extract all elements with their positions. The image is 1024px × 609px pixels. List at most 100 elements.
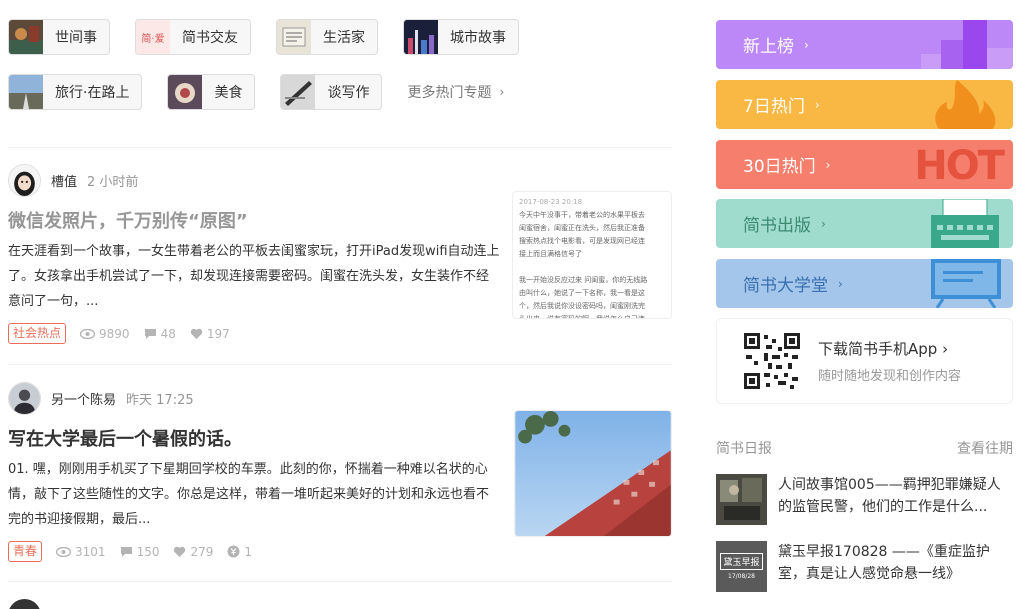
topic-tanxiezuo[interactable]: 谈写作 [280, 74, 383, 110]
app-download-subtitle: 随时随地发现和创作内容 [818, 369, 962, 384]
article-meta: 社会热点 9890 48 197 [8, 323, 672, 344]
rewards-stat: 1 [227, 545, 252, 559]
topic-thumb-image [281, 75, 316, 109]
comments-stat[interactable]: 48 [144, 327, 176, 341]
qr-code-icon [744, 333, 800, 389]
board-university[interactable]: 简书大学堂 › [716, 259, 1013, 308]
chevron-right-icon: › [942, 340, 949, 358]
avatar[interactable] [8, 381, 41, 415]
daily-item-title: 黛玉早报170828 ——《重症监护室，真是让人感觉命悬一线》 [778, 544, 990, 582]
article-item: 另一个陈易 昨天 17:25 写在大学最后一个暑假的话。 01. 嘿，刚刚用手机… [8, 381, 672, 562]
topic-meishi[interactable]: 美食 [167, 74, 256, 110]
board-30day-label: 30日热门 [743, 157, 816, 177]
board-publishing-label: 简书出版 [743, 216, 811, 236]
comments-stat[interactable]: 150 [120, 545, 159, 559]
avatar[interactable] [8, 599, 41, 609]
daily-item[interactable]: 人间故事馆005——羁押犯罪嫌疑人的监管民警，他们的工作是什么... [716, 474, 1016, 525]
article-thumbnail[interactable] [514, 410, 672, 537]
board-7day-label: 7日热门 [743, 97, 805, 117]
hot-text-decoration: HOT [914, 143, 1005, 189]
chevron-right-icon: › [838, 276, 843, 291]
board-new[interactable]: 新上榜 › [716, 20, 1013, 69]
likes-count: 197 [206, 326, 230, 341]
board-university-label: 简书大学堂 [743, 276, 828, 296]
thumbnail-text-line: 接上而且满格信号了 [519, 250, 582, 258]
topic-label: 旅行·在路上 [55, 85, 130, 101]
thumbnail-text-line: 搜索热点找个电影看，可是发现网已经连 [519, 237, 645, 245]
daily-title: 简书日报 [716, 441, 772, 457]
divider [8, 147, 672, 148]
app-download-box[interactable]: 下载简书手机App › 随时随地发现和创作内容 [716, 318, 1013, 404]
topic-shijianshi[interactable]: 世间事 [8, 19, 110, 55]
topic-shenghuojia[interactable]: 生活家 [276, 19, 378, 55]
thumbnail-text-line: 闺蜜宿舍，闺蜜正在洗头，然后我正准备 [519, 224, 645, 232]
views-count: 3101 [75, 544, 106, 559]
thumbnail-text-line: 由叫什么，她说了一下名称，我一看是这 [519, 289, 645, 297]
divider [8, 364, 672, 365]
daily-item-title: 人间故事馆005——羁押犯罪嫌疑人的监管民警，他们的工作是什么... [778, 477, 1001, 515]
app-download-title: 下载简书手机App › [818, 338, 961, 359]
blackboard-icon [931, 259, 1001, 308]
board-label: 简书大学堂 › [716, 271, 843, 296]
avatar[interactable] [8, 163, 41, 197]
views-stat: 9890 [80, 327, 130, 341]
thumbnail-text: 2017-08-23 20:18 今天中午没事干，带着老公的水果平板去 闺蜜宿舍，闺… [519, 196, 665, 319]
likes-count: 279 [190, 544, 214, 559]
thumbnail-text-line [519, 261, 665, 274]
daily-more-link[interactable]: 查看往期 [957, 438, 1013, 458]
hot-topics: 世间事 简·爱 简书交友 生活家 城市故事 旅行·在路上 美食 谈写作 更多热门… [8, 19, 678, 129]
article-item: 槽值 2 小时前 微信发照片，千万别传“原图” 在天涯看到一个故事，一女生带着老… [8, 163, 672, 344]
collection-tag[interactable]: 青春 [8, 541, 43, 562]
eye-icon [80, 328, 96, 339]
chevron-right-icon: › [821, 216, 826, 231]
daily-thumb-image: 黛玉早报 17/08/28 [716, 541, 767, 592]
typewriter-icon [931, 199, 999, 248]
comment-icon [144, 328, 156, 339]
topic-thumb-image [277, 20, 311, 54]
heart-icon [190, 328, 203, 339]
comment-icon [120, 546, 132, 557]
views-stat: 3101 [56, 545, 106, 559]
topic-thumb-image [168, 75, 203, 109]
topic-thumb-image: 简·爱 [136, 20, 170, 54]
thumbnail-text-line: 今天中午没事干，带着老公的水果平板去 [519, 211, 645, 219]
article-thumbnail[interactable]: 2017-08-23 20:18 今天中午没事干，带着老公的水果平板去 闺蜜宿舍，闺… [512, 191, 672, 319]
topic-label: 谈写作 [327, 85, 370, 101]
yen-coin-icon [227, 545, 240, 558]
chevron-right-icon: › [814, 97, 820, 112]
topic-thumb-image [404, 20, 438, 54]
collection-tag[interactable]: 社会热点 [8, 323, 67, 344]
thumbnail-text-line: 我一开始没反应过来 问闺蜜，你的无线路 [519, 276, 648, 284]
thumbnail-text-line: 头出来，说有密码的啊，我说怎么自己连 [519, 315, 645, 319]
daily-thumb-image [716, 474, 767, 525]
views-count: 9890 [99, 326, 130, 341]
thumbnail-text-line: 2017-08-23 20:18 [519, 198, 583, 206]
likes-stat: 197 [190, 327, 230, 341]
eye-icon [56, 546, 72, 557]
publish-time: 昨天 17:25 [126, 392, 194, 408]
article-abstract: 在天涯看到一个故事，一女生带着老公的平板去闺蜜家玩，打开iPad发现wifi自动… [8, 244, 500, 309]
topic-jianshu-jiaoyou[interactable]: 简·爱 简书交友 [135, 19, 251, 55]
author-name[interactable]: 另一个陈易 [51, 389, 116, 408]
article-meta: 青春 3101 150 279 1 [8, 541, 672, 562]
board-label: 新上榜 › [716, 32, 809, 57]
rewards-count: 1 [244, 544, 253, 559]
board-label: 30日热门 › [716, 152, 830, 177]
daily-item[interactable]: 黛玉早报 17/08/28 黛玉早报170828 ——《重症监护室，真是让人感觉… [716, 541, 1016, 592]
board-7day-hot[interactable]: 7日热门 › [716, 80, 1013, 129]
board-publishing[interactable]: 简书出版 › [716, 199, 1013, 248]
topic-lvxing[interactable]: 旅行·在路上 [8, 74, 143, 110]
topic-label: 生活家 [323, 30, 365, 46]
topic-label: 美食 [214, 85, 243, 101]
more-topics-link[interactable]: 更多热门专题 › [407, 82, 504, 102]
author-name[interactable]: 槽值 [51, 171, 77, 190]
board-30day-hot[interactable]: 30日热门 › HOT [716, 140, 1013, 189]
topic-chengshi-gushi[interactable]: 城市故事 [403, 19, 519, 55]
topic-label: 世间事 [55, 30, 97, 46]
daily-header: 简书日报 查看往期 [716, 438, 1013, 458]
daily-thumb-date: 17/08/28 [728, 573, 755, 580]
heart-icon [174, 546, 186, 557]
daily-thumb-title: 黛玉早报 [720, 553, 763, 570]
board-label: 7日热门 › [716, 92, 820, 117]
topic-label: 简书交友 [182, 30, 238, 46]
